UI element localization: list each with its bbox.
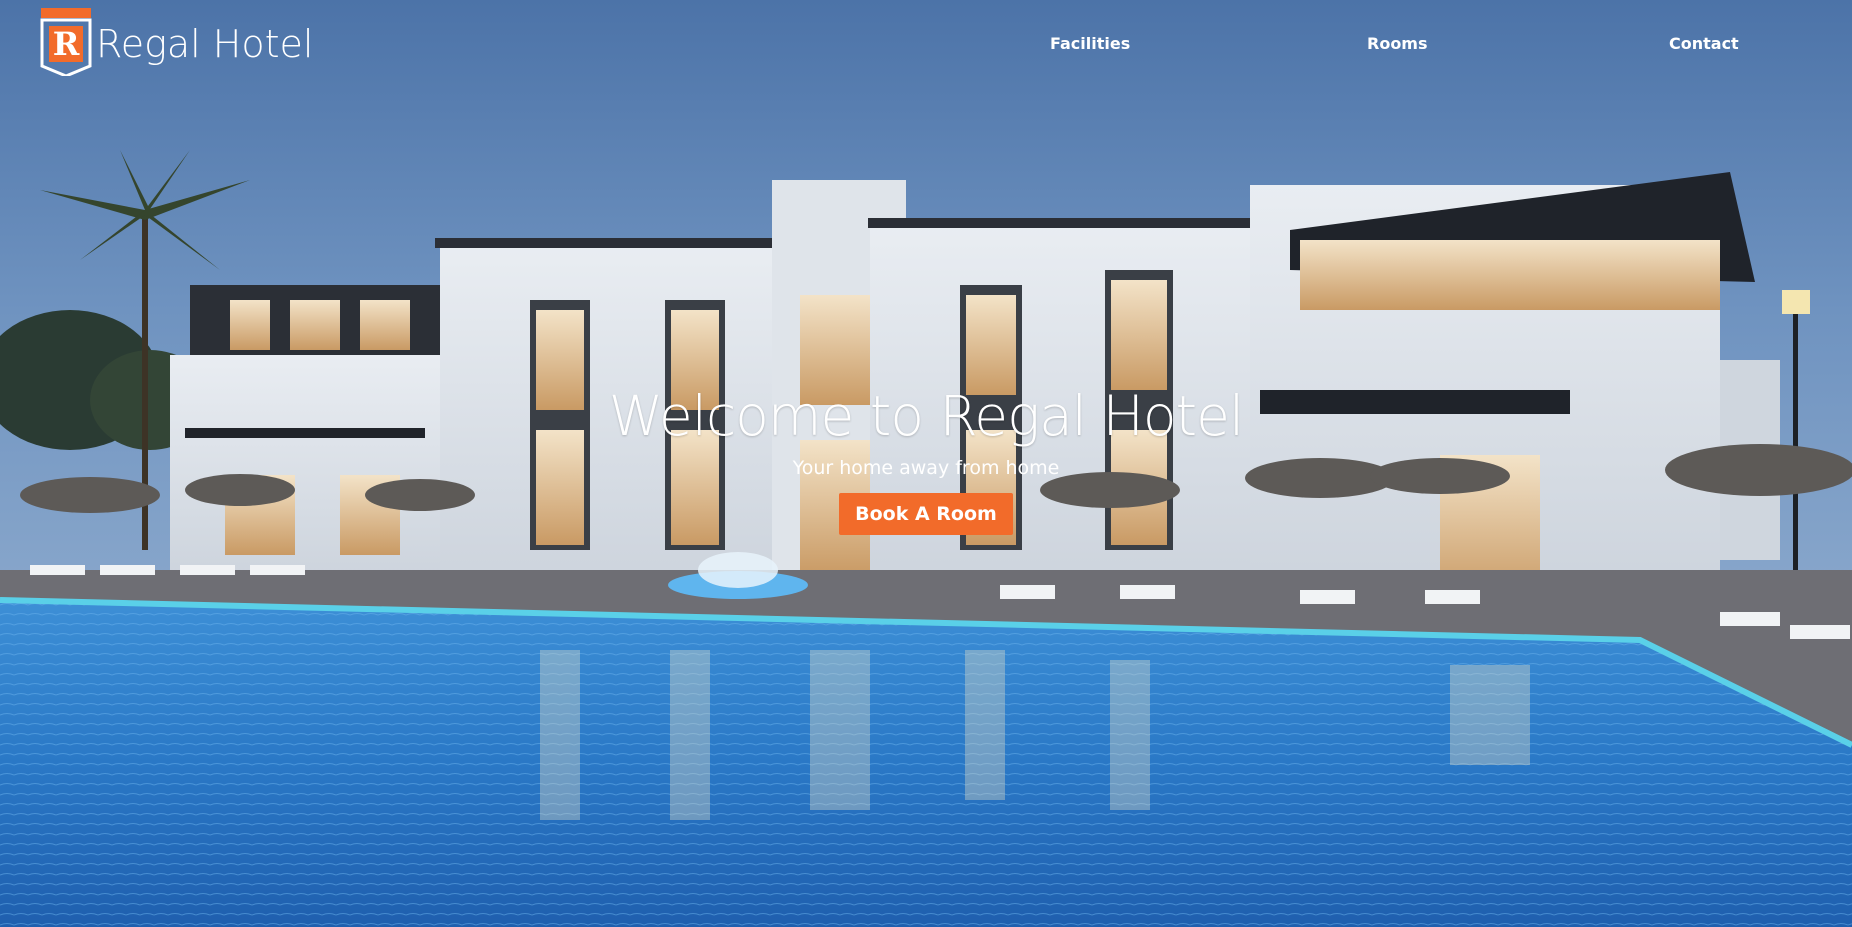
hero-section: R Regal Hotel Facilities Rooms Contact W… — [0, 0, 1852, 927]
nav-link-facilities[interactable]: Facilities — [1050, 34, 1130, 53]
nav-link-contact[interactable]: Contact — [1669, 34, 1739, 53]
nav-link-rooms[interactable]: Rooms — [1367, 34, 1428, 53]
logo-shield-icon: R — [40, 8, 92, 78]
hero-content: Welcome to Regal Hotel Your home away fr… — [0, 383, 1852, 535]
top-navbar: R Regal Hotel Facilities Rooms Contact — [0, 0, 1852, 90]
logo-link[interactable]: R Regal Hotel — [40, 8, 314, 78]
book-room-button[interactable]: Book A Room — [839, 493, 1013, 535]
logo-letter: R — [52, 25, 80, 63]
brand-name: Regal Hotel — [96, 22, 314, 66]
hero-subtitle: Your home away from home — [792, 457, 1060, 479]
hero-title: Welcome to Regal Hotel — [608, 384, 1245, 448]
